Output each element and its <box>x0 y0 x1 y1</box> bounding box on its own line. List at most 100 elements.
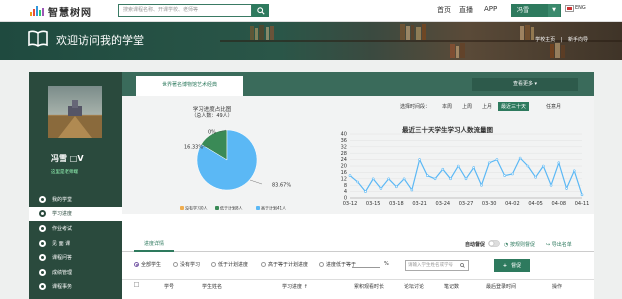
line-point <box>371 177 375 181</box>
time-range-any-month[interactable]: 任意月 <box>546 103 561 110</box>
line-point <box>418 158 421 161</box>
filter-below-plan[interactable]: 低于计划进度 <box>211 261 248 268</box>
filter-not-studied[interactable]: 没有学习 <box>173 261 200 268</box>
export-list-link[interactable]: ↪ 导出名单 <box>546 241 572 248</box>
user-name: 冯雪 <box>517 7 530 14</box>
radio-selected-icon <box>134 262 139 267</box>
filter-label: 低于计划进度 <box>218 262 249 268</box>
line-point <box>426 174 429 177</box>
line-point <box>433 177 437 181</box>
line-point <box>526 164 530 168</box>
y-tick-label: 28 <box>341 151 347 157</box>
column-header-student-name[interactable]: 学生姓名 <box>202 283 222 290</box>
avatar-photo <box>48 100 102 138</box>
line-point <box>395 185 398 189</box>
beginner-guide-link[interactable]: 新手向导 <box>568 37 588 43</box>
pie-legend-swatch <box>215 206 219 210</box>
school-home-link[interactable]: 学校主页 <box>535 37 555 43</box>
line-point <box>456 164 460 168</box>
tab-progress-details[interactable]: 进度详情 <box>134 238 174 252</box>
sidebar-item-grades[interactable]: 成绩管理 <box>29 265 122 280</box>
sidebar-item-progress[interactable]: 学习进度 <box>29 206 122 222</box>
uk-flag-icon <box>565 4 574 12</box>
y-tick-label: 12 <box>341 176 347 182</box>
course-tab-bar: 世界著名博物馆艺术经典 查看更多 ▾ <box>122 72 594 96</box>
logo-text: 智慧树网 <box>48 7 92 19</box>
nav-app-link[interactable]: APP <box>484 5 497 13</box>
sidebar-item-label: 成绩管理 <box>52 269 73 276</box>
x-tick-label: 03-24 <box>436 201 451 207</box>
language-label: ENG <box>575 5 586 11</box>
column-header-last-login[interactable]: 最后登录时间 <box>486 283 516 290</box>
line-point <box>518 156 522 160</box>
line-point <box>480 183 483 187</box>
toggle-icon[interactable] <box>488 240 500 249</box>
time-range-last-month[interactable]: 上月 <box>482 103 492 110</box>
time-range-label: 选择时间段： <box>400 104 431 110</box>
x-tick-label: 03-30 <box>482 201 497 207</box>
filter-all-students[interactable]: 全部学生 <box>134 261 161 268</box>
x-tick-label: 03-27 <box>459 201 474 207</box>
remind-by-rule-label: 按规则督促 <box>509 242 535 248</box>
page: { "topbar": { "logo_text": "智慧树网", "sear… <box>0 0 622 299</box>
filter-progress-below[interactable]: 进度低于等于 <box>319 261 356 268</box>
link-separator: | <box>560 37 563 43</box>
avatar[interactable] <box>48 86 102 138</box>
toggle-switch-icon <box>488 240 500 247</box>
sidebar-item-meeting[interactable]: 见 面 课 <box>29 236 122 251</box>
search-input[interactable]: 搜索课程名称、开课学校、老师等 <box>118 4 252 17</box>
radio-icon <box>173 262 178 267</box>
line-point <box>364 190 367 193</box>
percent-suffix: % <box>384 261 389 267</box>
sidebar-item-label: 作业考试 <box>52 225 73 232</box>
y-tick-label: 8 <box>344 183 347 189</box>
column-header-student-id[interactable]: 学号 <box>164 283 174 290</box>
select-all-checkbox[interactable] <box>134 282 139 289</box>
sidebar-user-subtitle: 这里是老师端 <box>51 170 78 175</box>
site-logo[interactable]: 智慧树网 <box>30 4 92 19</box>
line-point <box>487 161 491 165</box>
radio-icon <box>319 262 324 267</box>
column-header-notes[interactable]: 笔记数 <box>444 283 459 290</box>
column-header-forum[interactable]: 论坛讨论 <box>404 283 424 290</box>
auto-remind-label: 自动督促 <box>465 242 486 248</box>
column-header-progress[interactable]: 学习进度 ↑ <box>282 283 308 290</box>
logo-bars-icon <box>30 6 45 16</box>
sidebar-item-label: 学习进度 <box>52 211 73 218</box>
search-icon[interactable] <box>460 263 465 268</box>
progress-percent-input[interactable] <box>352 261 380 268</box>
x-tick-label: 03-15 <box>366 201 381 207</box>
checkbox-icon <box>134 282 139 287</box>
sidebar-item-label: 课程问答 <box>52 255 73 262</box>
time-range-last-week[interactable]: 上周 <box>462 103 472 110</box>
sidebar: 冯雪 □V 这里是老师端 我的学堂 学习进度 作业考试 见 面 课 课程问答 成… <box>29 72 122 299</box>
sidebar-item-homework[interactable]: 作业考试 <box>29 221 122 236</box>
y-tick-label: 24 <box>341 157 347 163</box>
top-navigation-bar: 智慧树网 搜索课程名称、开课学校、老师等 首页 直播 APP 冯雪 ▼ ENG <box>0 0 622 22</box>
column-header-actions: 操作 <box>552 284 563 290</box>
line-point <box>387 177 390 181</box>
time-range-last-30-days[interactable]: 最近三十天 <box>498 102 530 111</box>
line-point <box>503 174 506 177</box>
view-more-button[interactable]: 查看更多 ▾ <box>472 78 578 91</box>
sidebar-item-affairs[interactable]: 课程事务 <box>29 280 122 295</box>
search-button[interactable] <box>252 4 269 17</box>
remind-button[interactable]: + 督促 <box>494 259 530 272</box>
pie-value-label: 0% <box>208 130 216 136</box>
remind-by-rule-link[interactable]: ◔ 按规则督促 <box>504 241 535 248</box>
line-point <box>356 180 360 184</box>
column-header-watch-time[interactable]: 累积观看时长 <box>354 283 384 290</box>
language-switch[interactable]: ENG <box>565 4 586 12</box>
time-range-this-week[interactable]: 本周 <box>442 103 452 110</box>
filter-above-plan[interactable]: 高于等于计划进度 <box>261 261 308 268</box>
line-point <box>449 177 452 181</box>
user-menu-button[interactable]: 冯雪 ▼ <box>511 4 561 17</box>
line-point <box>511 172 514 176</box>
sidebar-item-my-classroom[interactable]: 我的学堂 <box>29 192 122 207</box>
nav-live-link[interactable]: 直播 <box>459 5 473 15</box>
nav-home-link[interactable]: 首页 <box>437 5 451 15</box>
tab-course[interactable]: 世界著名博物馆艺术经典 <box>136 76 243 96</box>
search-icon <box>256 6 265 15</box>
table-header: 学号 学生姓名 学习进度 ↑ 累积观看时长 论坛讨论 笔记数 最后登录时间 操作 <box>122 279 594 291</box>
sidebar-item-qa[interactable]: 课程问答 <box>29 250 122 265</box>
